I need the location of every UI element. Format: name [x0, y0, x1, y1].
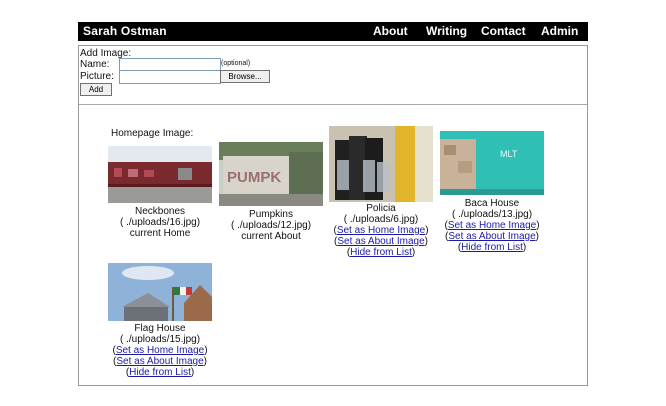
item-path: ( ./uploads/16.jpg)	[119, 217, 201, 228]
top-navigation-bar: Sarah Ostman About Writing Contact Admin	[78, 22, 588, 41]
item-name: Policia	[366, 203, 396, 214]
svg-text:MLT: MLT	[500, 149, 518, 159]
hide-from-list-link[interactable]: Hide from List	[461, 242, 523, 253]
add-button[interactable]: Add	[80, 83, 112, 96]
item-path: ( ./uploads/13.jpg)	[451, 209, 533, 220]
nav-contact-link[interactable]: Contact	[481, 24, 526, 38]
item-path: ( ./uploads/6.jpg)	[343, 214, 419, 225]
item-name: Flag House	[134, 323, 186, 334]
item-path: ( ./uploads/12.jpg)	[230, 220, 312, 231]
set-home-image-link[interactable]: Set as Home Image	[337, 225, 425, 236]
nav-writing-link[interactable]: Writing	[426, 24, 467, 38]
item-path: ( ./uploads/15.jpg)	[119, 334, 201, 345]
baca-house-thumbnail: MLT	[440, 131, 544, 195]
set-home-image-link[interactable]: Set as Home Image	[116, 345, 204, 356]
set-about-image-link[interactable]: Set as About Image	[448, 231, 535, 242]
picture-file-input[interactable]	[119, 70, 221, 84]
item-name: Pumpkins	[249, 209, 293, 220]
admin-panel: Add Image: Name: (optional) Picture: Bro…	[78, 45, 588, 386]
item-name: Baca House	[464, 198, 520, 209]
name-label: Name:	[80, 59, 110, 70]
nav-about-link[interactable]: About	[373, 24, 408, 38]
set-home-image-link[interactable]: Set as Home Image	[448, 220, 536, 231]
name-optional-hint: (optional)	[221, 60, 251, 67]
gallery-item-neckbones: Neckbones ( ./uploads/16.jpg) current Ho…	[108, 146, 212, 239]
item-status: current Home	[129, 228, 191, 239]
gallery-item-flag-house: Flag House ( ./uploads/15.jpg) (Set as H…	[108, 263, 212, 378]
homepage-image-label: Homepage Image:	[111, 128, 194, 139]
pumpkins-thumbnail: PUMPK	[219, 142, 323, 206]
item-name: Neckbones	[134, 206, 186, 217]
browse-button[interactable]: Browse...	[220, 70, 270, 83]
hide-from-list-link[interactable]: Hide from List	[350, 247, 412, 258]
gallery-item-pumpkins: PUMPK Pumpkins ( ./uploads/12.jpg) curre…	[219, 142, 323, 242]
item-status: current About	[241, 231, 301, 242]
hide-from-list-link[interactable]: Hide from List	[129, 367, 191, 378]
svg-text:PUMPK: PUMPK	[227, 169, 281, 186]
gallery-item-policia: Policia ( ./uploads/6.jpg) (Set as Home …	[329, 126, 433, 258]
gallery-item-baca-house: MLT Baca House ( ./uploads/13.jpg) (Set …	[440, 131, 544, 253]
neckbones-thumbnail	[108, 146, 212, 203]
site-title: Sarah Ostman	[83, 24, 167, 38]
set-about-image-link[interactable]: Set as About Image	[337, 236, 424, 247]
picture-label: Picture:	[80, 71, 114, 82]
set-about-image-link[interactable]: Set as About Image	[116, 356, 203, 367]
policia-thumbnail	[329, 126, 433, 202]
flag-house-thumbnail	[108, 263, 212, 321]
nav-admin-link[interactable]: Admin	[541, 24, 578, 38]
form-divider	[79, 104, 587, 105]
